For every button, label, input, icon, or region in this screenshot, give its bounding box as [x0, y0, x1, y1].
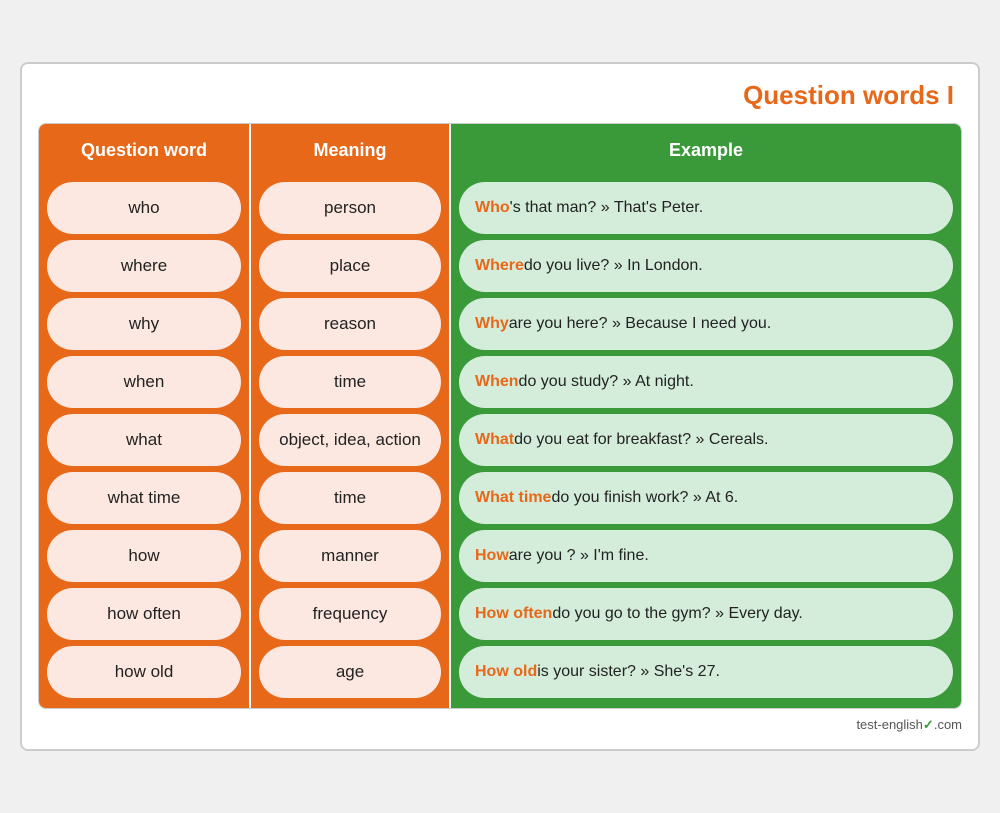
- question-cell-2: why: [47, 298, 241, 350]
- example-cell-6: How are you ? » I'm fine.: [459, 530, 953, 582]
- col-meaning-header: Meaning: [251, 124, 449, 176]
- col-question-header: Question word: [39, 124, 249, 176]
- example-qword-8: How old: [475, 663, 537, 681]
- example-qword-4: What: [475, 431, 514, 449]
- example-qword-6: How: [475, 547, 509, 565]
- col-example-cells: Who's that man? » That's Peter. Where do …: [451, 176, 961, 708]
- example-qword-1: Where: [475, 257, 524, 275]
- example-rest-8: is your sister? » She's 27.: [537, 663, 720, 681]
- question-cell-7: how often: [47, 588, 241, 640]
- example-rest-2: are you here? » Because I need you.: [509, 315, 771, 333]
- example-rest-0: 's that man? » That's Peter.: [510, 199, 703, 217]
- col-example-header: Example: [451, 124, 961, 176]
- footer-check-icon: ✓: [923, 717, 934, 732]
- example-rest-6: are you ? » I'm fine.: [509, 547, 649, 565]
- meaning-cell-3: time: [259, 356, 441, 408]
- meaning-cell-5: time: [259, 472, 441, 524]
- example-cell-2: Why are you here? » Because I need you.: [459, 298, 953, 350]
- example-rest-7: do you go to the gym? » Every day.: [552, 605, 803, 623]
- example-cell-5: What time do you finish work? » At 6.: [459, 472, 953, 524]
- example-qword-7: How often: [475, 605, 552, 623]
- meaning-cell-0: person: [259, 182, 441, 234]
- question-cell-8: how old: [47, 646, 241, 698]
- question-cell-3: when: [47, 356, 241, 408]
- col-meaning-cells: person place reason time object, idea, actio…: [251, 176, 449, 708]
- example-rest-1: do you live? » In London.: [524, 257, 703, 275]
- example-rest-5: do you finish work? » At 6.: [551, 489, 738, 507]
- col-example: Example Who's that man? » That's Peter.W…: [449, 124, 961, 708]
- question-cell-4: what: [47, 414, 241, 466]
- example-cell-8: How old is your sister? » She's 27.: [459, 646, 953, 698]
- example-qword-0: Who: [475, 199, 510, 217]
- meaning-cell-6: manner: [259, 530, 441, 582]
- card: Question words I Question word whowherew…: [20, 62, 980, 751]
- question-cell-0: who: [47, 182, 241, 234]
- col-question-cells: who where why when what what time how how often…: [39, 176, 249, 708]
- col-question-word: Question word who where why when what what ti…: [39, 124, 249, 708]
- example-cell-0: Who's that man? » That's Peter.: [459, 182, 953, 234]
- meaning-cell-4: object, idea, action: [259, 414, 441, 466]
- page-title: Question words I: [38, 80, 962, 111]
- table: Question word who where why when what what ti…: [38, 123, 962, 709]
- meaning-cell-7: frequency: [259, 588, 441, 640]
- footer-tld: .com: [934, 717, 962, 732]
- example-cell-1: Where do you live? » In London.: [459, 240, 953, 292]
- question-cell-5: what time: [47, 472, 241, 524]
- example-cell-4: What do you eat for breakfast? » Cereals…: [459, 414, 953, 466]
- example-qword-3: When: [475, 373, 519, 391]
- meaning-cell-8: age: [259, 646, 441, 698]
- example-cell-3: When do you study? » At night.: [459, 356, 953, 408]
- footer: test-english✓.com: [38, 709, 962, 733]
- example-rest-4: do you eat for breakfast? » Cereals.: [514, 431, 768, 449]
- example-cell-7: How often do you go to the gym? » Every …: [459, 588, 953, 640]
- meaning-cell-1: place: [259, 240, 441, 292]
- question-cell-1: where: [47, 240, 241, 292]
- col-meaning: Meaning person place reason time object, ide…: [249, 124, 449, 708]
- example-rest-3: do you study? » At night.: [519, 373, 694, 391]
- question-cell-6: how: [47, 530, 241, 582]
- meaning-cell-2: reason: [259, 298, 441, 350]
- example-qword-2: Why: [475, 315, 509, 333]
- example-qword-5: What time: [475, 489, 551, 507]
- footer-site: test-english: [856, 717, 922, 732]
